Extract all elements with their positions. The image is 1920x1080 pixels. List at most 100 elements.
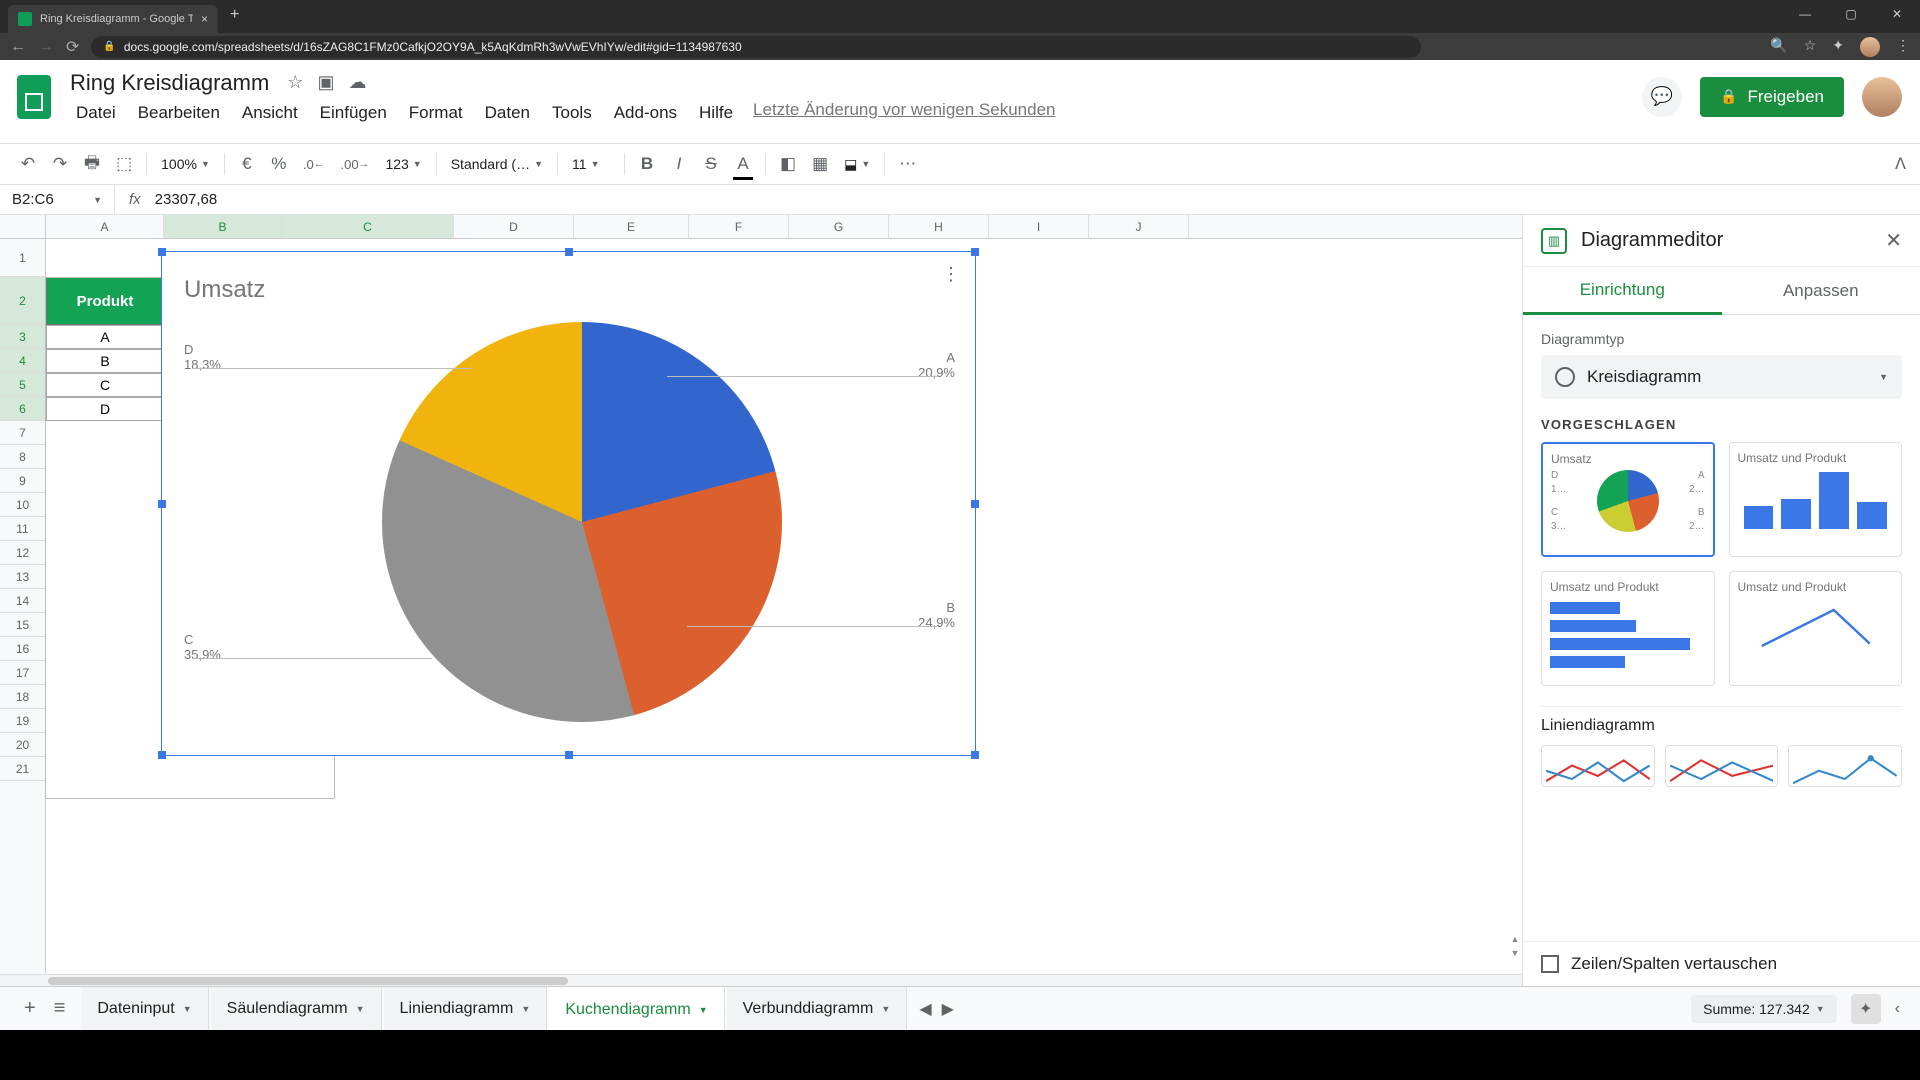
row-header-5[interactable]: 5	[0, 373, 45, 397]
italic-button[interactable]: I	[665, 150, 693, 178]
undo-button[interactable]: ↶	[14, 150, 42, 178]
document-title[interactable]: Ring Kreisdiagramm	[66, 68, 273, 98]
row-header-21[interactable]: 21	[0, 757, 45, 781]
new-tab-button[interactable]: +	[230, 6, 239, 28]
row-header-3[interactable]: 3	[0, 325, 45, 349]
row-header-18[interactable]: 18	[0, 685, 45, 709]
more-toolbar-button[interactable]: ⋯	[893, 150, 922, 178]
star-icon[interactable]: ☆	[1804, 37, 1817, 57]
print-button[interactable]: 🖶	[78, 146, 106, 183]
increase-decimal-button[interactable]: .00→	[335, 153, 376, 176]
menu-tools[interactable]: Tools	[542, 100, 602, 126]
close-editor-button[interactable]: ✕	[1885, 228, 1902, 253]
browser-tab[interactable]: Ring Kreisdiagramm - Google Ta ×	[8, 5, 218, 33]
explore-button[interactable]: ✦	[1851, 994, 1881, 1024]
font-select[interactable]: Standard (…▼	[445, 152, 549, 176]
tab-setup[interactable]: Einrichtung	[1523, 267, 1722, 315]
col-header-C[interactable]: C	[282, 215, 454, 238]
decrease-decimal-button[interactable]: .0←	[297, 153, 331, 176]
bold-button[interactable]: B	[633, 150, 661, 178]
line-thumb-2[interactable]	[1665, 745, 1779, 787]
sheet-tab-dateninput[interactable]: Dateninput▼	[81, 987, 208, 1031]
zoom-select[interactable]: 100%▼	[155, 152, 216, 176]
all-sheets-button[interactable]: ≡	[54, 997, 66, 1020]
row-header-2[interactable]: 2	[0, 277, 45, 325]
back-button[interactable]: ←	[10, 38, 26, 56]
font-size-select[interactable]: 11▼	[566, 152, 616, 176]
cell-B3[interactable]: A	[46, 325, 164, 349]
star-document-icon[interactable]: ☆	[287, 72, 303, 93]
scroll-up-icon[interactable]: ▲	[1508, 934, 1522, 948]
row-header-13[interactable]: 13	[0, 565, 45, 589]
sheet-tab-kuchen[interactable]: Kuchendiagramm▼	[549, 987, 724, 1031]
account-avatar[interactable]	[1862, 77, 1902, 117]
row-header-4[interactable]: 4	[0, 349, 45, 373]
row-header-6[interactable]: 6	[0, 397, 45, 421]
col-header-F[interactable]: F	[689, 215, 789, 238]
horizontal-scrollbar[interactable]	[0, 974, 1522, 986]
reload-button[interactable]: ⟳	[66, 37, 79, 57]
suggestion-bar[interactable]: Umsatz und Produkt	[1541, 571, 1715, 686]
chart-object[interactable]: Umsatz ⋮ A 20,9% B 24,9%	[161, 251, 976, 756]
text-color-button[interactable]: A	[729, 150, 757, 178]
row-header-16[interactable]: 16	[0, 637, 45, 661]
cell-B6[interactable]: D	[46, 397, 164, 421]
add-sheet-button[interactable]: +	[24, 997, 36, 1020]
line-thumb-3[interactable]	[1788, 745, 1902, 787]
maximize-button[interactable]: ▢	[1828, 0, 1874, 28]
chart-type-select[interactable]: Kreisdiagramm ▼	[1541, 355, 1902, 399]
move-document-icon[interactable]: ▣	[317, 72, 334, 93]
profile-avatar-icon[interactable]	[1860, 37, 1880, 57]
tab-customize[interactable]: Anpassen	[1722, 267, 1920, 315]
quicksum-display[interactable]: Summe: 127.342▼	[1691, 995, 1837, 1023]
comments-button[interactable]: 💬	[1642, 77, 1682, 117]
col-header-J[interactable]: J	[1089, 215, 1189, 238]
suggestion-column[interactable]: Umsatz und Produkt	[1729, 442, 1903, 557]
row-header-11[interactable]: 11	[0, 517, 45, 541]
paint-format-button[interactable]: ⬚	[110, 150, 138, 178]
col-header-G[interactable]: G	[789, 215, 889, 238]
row-header-20[interactable]: 20	[0, 733, 45, 757]
zoom-icon[interactable]: 🔍	[1770, 37, 1787, 57]
menu-einfuegen[interactable]: Einfügen	[310, 100, 397, 126]
close-window-button[interactable]: ✕	[1874, 0, 1920, 28]
col-header-D[interactable]: D	[454, 215, 574, 238]
cell-B5[interactable]: C	[46, 373, 164, 397]
suggestion-line[interactable]: Umsatz und Produkt	[1729, 571, 1903, 686]
row-header-8[interactable]: 8	[0, 445, 45, 469]
select-all-corner[interactable]	[0, 215, 46, 238]
side-panel-toggle[interactable]: ‹	[1895, 1000, 1900, 1018]
menu-daten[interactable]: Daten	[475, 100, 540, 126]
strikethrough-button[interactable]: S	[697, 150, 725, 178]
col-header-A[interactable]: A	[46, 215, 164, 238]
row-header-14[interactable]: 14	[0, 589, 45, 613]
menu-bearbeiten[interactable]: Bearbeiten	[128, 100, 230, 126]
formula-input[interactable]: 23307,68	[155, 191, 1920, 208]
menu-ansicht[interactable]: Ansicht	[232, 100, 308, 126]
row-header-19[interactable]: 19	[0, 709, 45, 733]
scroll-down-icon[interactable]: ▼	[1508, 948, 1522, 962]
sheet-tab-verbund[interactable]: Verbunddiagramm▼	[727, 987, 908, 1031]
row-header-7[interactable]: 7	[0, 421, 45, 445]
sheets-logo-icon[interactable]	[12, 69, 56, 125]
sheet-nav-next[interactable]: ▶	[942, 999, 954, 1019]
chart-menu-icon[interactable]: ⋮	[942, 264, 961, 285]
merge-cells-button[interactable]: ⬓▼	[838, 152, 876, 177]
menu-addons[interactable]: Add-ons	[604, 100, 687, 126]
borders-button[interactable]: ▦	[806, 150, 834, 178]
sheet-tab-saeulen[interactable]: Säulendiagramm▼	[211, 987, 382, 1031]
col-header-B[interactable]: B	[164, 215, 282, 238]
col-header-H[interactable]: H	[889, 215, 989, 238]
redo-button[interactable]: ↷	[46, 150, 74, 178]
col-header-I[interactable]: I	[989, 215, 1089, 238]
minimize-button[interactable]: —	[1782, 0, 1828, 28]
suggestion-pie[interactable]: Umsatz D 1… A 2… C 3… B 2…	[1541, 442, 1715, 557]
col-header-E[interactable]: E	[574, 215, 689, 238]
name-box[interactable]: B2:C6▼	[0, 185, 115, 214]
row-header-17[interactable]: 17	[0, 661, 45, 685]
share-button[interactable]: 🔒 Freigeben	[1700, 77, 1844, 117]
collapse-toolbar-button[interactable]: ᐱ	[1895, 154, 1906, 174]
sheet-tab-linien[interactable]: Liniendiagramm▼	[384, 987, 548, 1031]
extensions-icon[interactable]: ✦	[1832, 37, 1844, 57]
switch-rows-checkbox[interactable]	[1541, 955, 1559, 973]
